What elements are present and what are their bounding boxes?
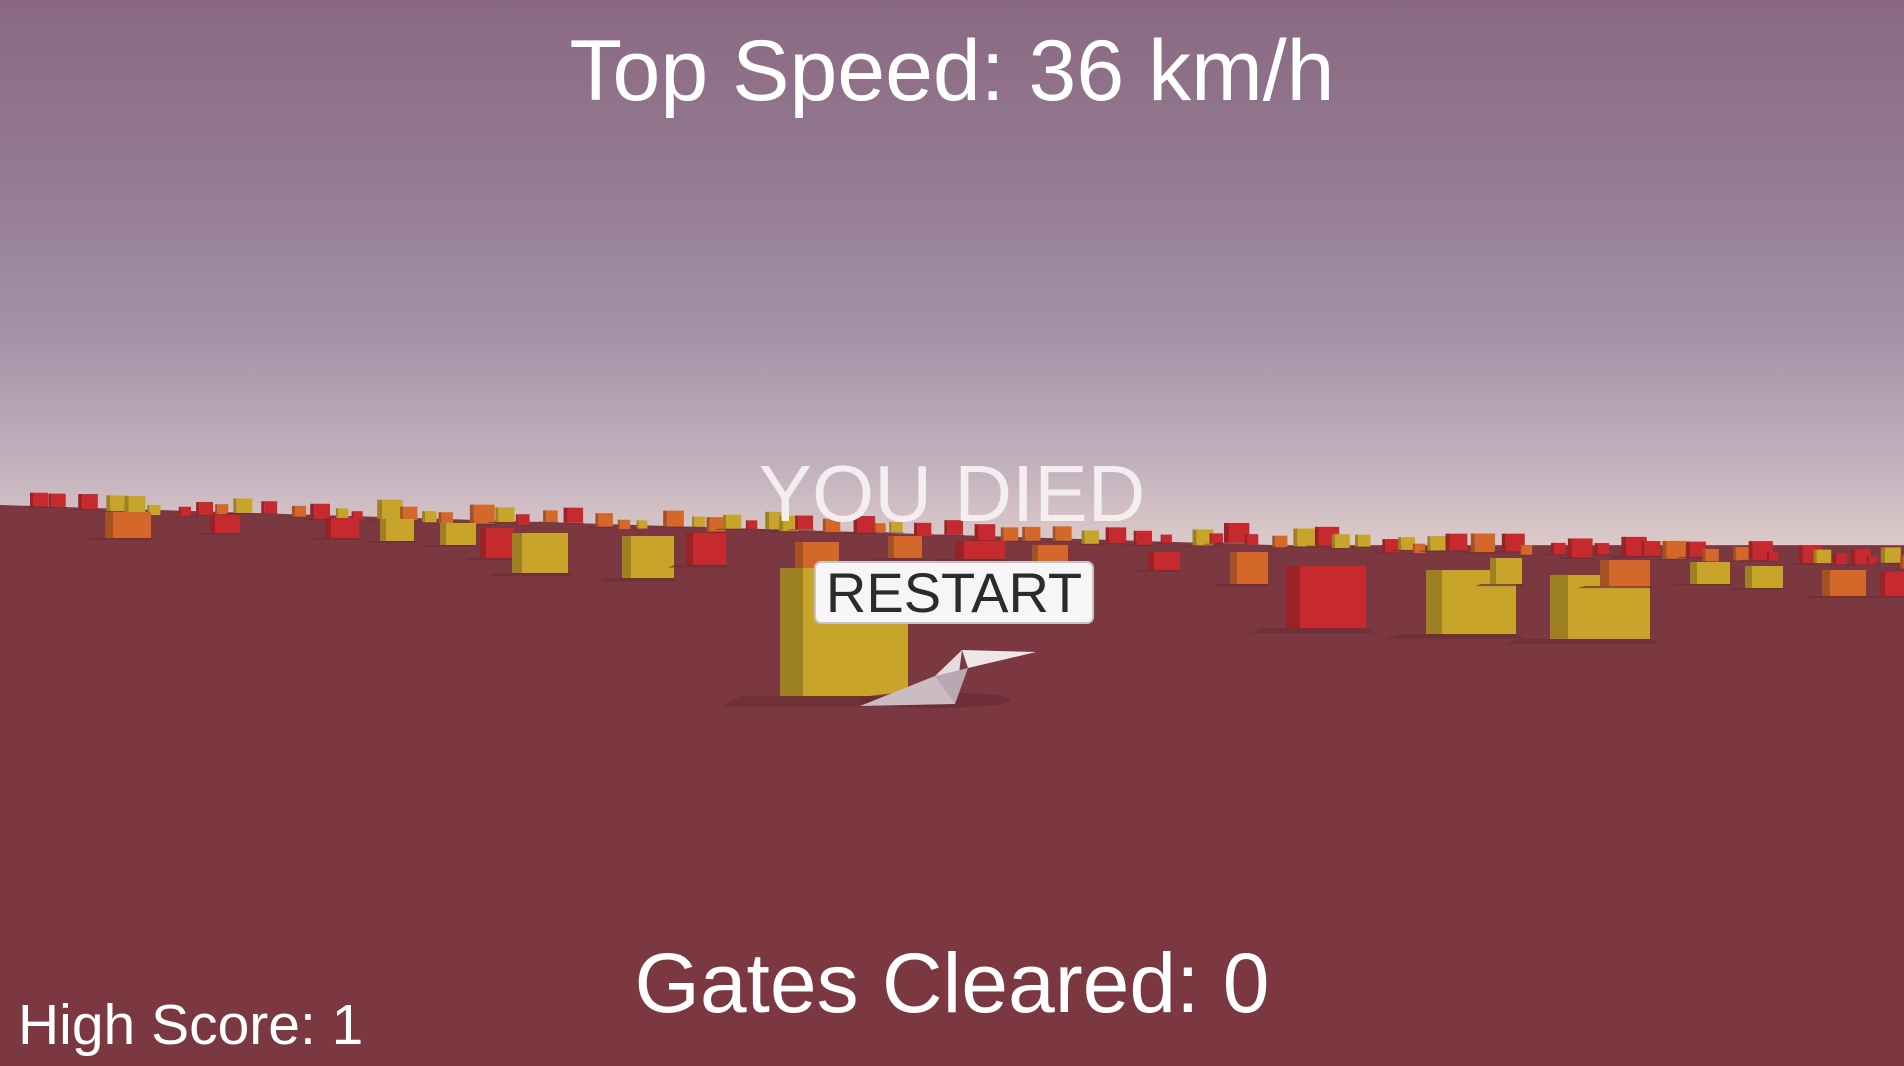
top-speed-label: Top Speed: 36 km/h bbox=[569, 23, 1335, 119]
obstacle-cube bbox=[1672, 562, 1734, 586]
game-over-title: YOU DIED bbox=[758, 449, 1146, 538]
obstacle-cube bbox=[598, 536, 680, 582]
game-viewport: Top Speed: 36 km/h YOU DIED RESTART Gate… bbox=[0, 0, 1904, 1066]
obstacle-cube bbox=[1727, 566, 1787, 590]
obstacle-cube bbox=[1250, 566, 1374, 633]
obstacle-cube bbox=[1133, 552, 1184, 572]
obstacle-cube bbox=[932, 541, 1010, 561]
distant-cube bbox=[1544, 542, 1568, 556]
obstacle-cube bbox=[1802, 570, 1871, 599]
restart-button[interactable]: RESTART bbox=[814, 561, 1094, 624]
distant-cube bbox=[1725, 547, 1753, 562]
distant-cube bbox=[1374, 539, 1402, 554]
obstacle-cube bbox=[1866, 572, 1904, 598]
obstacle-cube bbox=[1212, 552, 1272, 587]
high-score-label: High Score: 1 bbox=[18, 993, 364, 1057]
